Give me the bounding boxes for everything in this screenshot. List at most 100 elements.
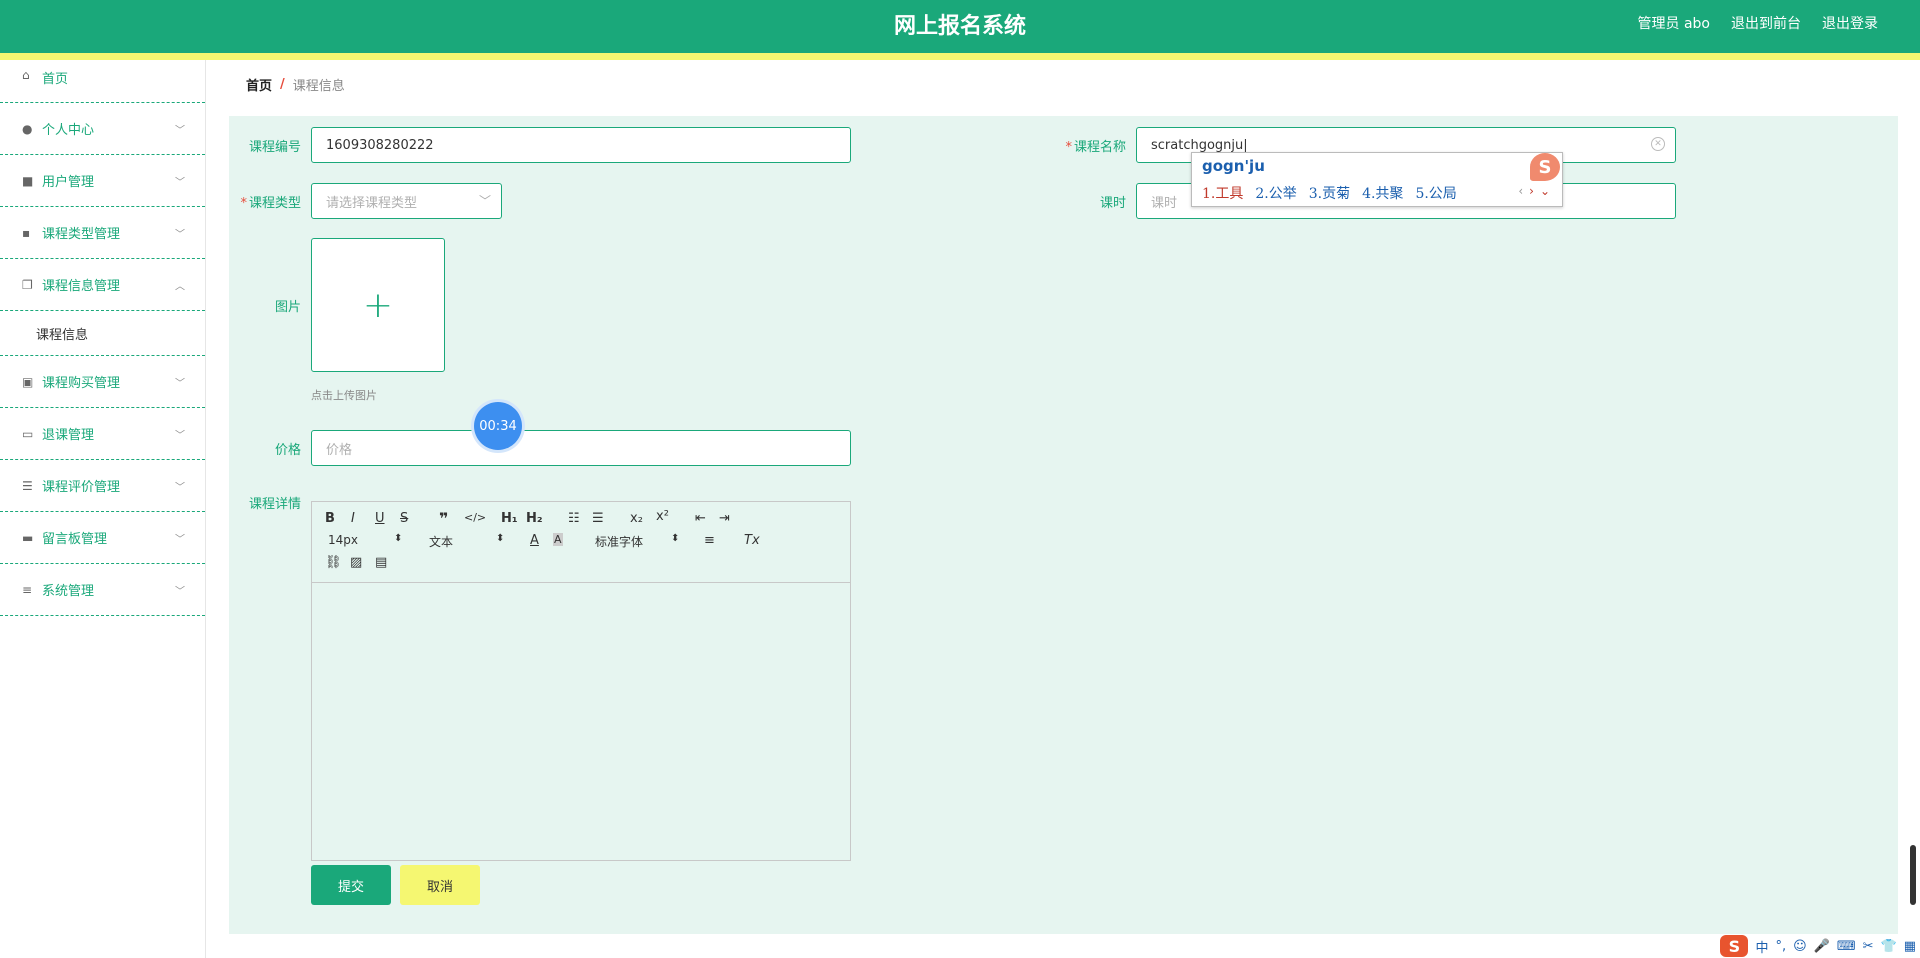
chevron-right-icon[interactable]: ›	[1529, 184, 1534, 198]
recording-timer-bubble[interactable]: 00:34	[474, 402, 522, 450]
font-color-icon[interactable]: A	[530, 533, 539, 548]
sidebar-item-label: 退课管理	[42, 428, 95, 443]
font-size-select[interactable]: 14px	[328, 533, 358, 547]
course-code-label: 课程编号	[248, 140, 301, 155]
course-name-label: 课程名称	[1073, 140, 1126, 155]
chevron-down-icon[interactable]: ⌄	[1540, 184, 1550, 198]
clear-icon[interactable]: ✕	[1651, 137, 1665, 151]
sidebar-item-system-management[interactable]: ≡ 系统管理 ﹀	[0, 564, 205, 616]
header-links: 管理员 abo 退出到前台 退出登录	[1638, 13, 1878, 33]
ime-candidate[interactable]: 5.公局	[1415, 183, 1456, 203]
chevron-down-icon: ﹀	[175, 586, 185, 597]
subscript-icon[interactable]: x₂	[630, 511, 643, 526]
course-name-value: scratchgognju	[1151, 137, 1244, 153]
font-family-select[interactable]: 标准字体	[595, 533, 643, 550]
course-type-select[interactable]: 请选择课程类型 ﹀	[311, 183, 502, 219]
language-indicator[interactable]: 中	[1755, 937, 1768, 956]
sidebar-item-label: 系统管理	[42, 584, 95, 599]
grid-icon[interactable]: ▦	[1904, 939, 1916, 954]
emoji-icon[interactable]: ☺	[1793, 939, 1807, 954]
price-input[interactable]: 价格	[311, 430, 851, 466]
ime-candidate[interactable]: 3.贡菊	[1309, 183, 1350, 203]
sidebar-item-user-management[interactable]: ■ 用户管理 ﹀	[0, 155, 205, 207]
link-icon[interactable]: ⛓	[325, 555, 342, 570]
sidebar-item-course-info-management[interactable]: ❐ 课程信息管理 ︿	[0, 259, 205, 311]
chevron-left-icon[interactable]: ‹	[1518, 184, 1523, 198]
clipboard-icon: ▣	[22, 374, 34, 389]
suitcase-icon: ▬	[22, 530, 34, 545]
course-name-label-wrap: * 课程名称	[1046, 136, 1126, 155]
logout-link[interactable]: 退出登录	[1822, 13, 1878, 33]
bullet-list-icon[interactable]: ☰	[592, 511, 604, 526]
sidebar-item-label: 课程评价管理	[42, 480, 121, 495]
sidebar-item-drop-course[interactable]: ▭ 退课管理 ﹀	[0, 408, 205, 460]
updown-icon: ⬍	[671, 533, 680, 544]
ordered-list-icon[interactable]: ☷	[568, 511, 580, 526]
message-icon: ▭	[22, 426, 34, 441]
go-frontend-link[interactable]: 退出到前台	[1731, 13, 1801, 33]
top-header: 网上报名系统 管理员 abo 退出到前台 退出登录	[0, 0, 1920, 53]
sidebar-item-label: 用户管理	[42, 175, 95, 190]
background-color-icon[interactable]: A	[553, 533, 563, 546]
app-title: 网上报名系统	[893, 14, 1026, 39]
chevron-down-icon: ﹀	[175, 430, 185, 441]
breadcrumb-home[interactable]: 首页	[246, 75, 272, 94]
sliders-icon: ≡	[22, 582, 33, 597]
chevron-down-icon: ﹀	[478, 194, 491, 208]
sidebar: ⌂ 首页 ● 个人中心 ﹀ ■ 用户管理 ﹀ ▪ 课程类型管理 ﹀ ❐ 课程信息…	[0, 60, 206, 958]
outdent-icon[interactable]: ⇤	[695, 511, 706, 526]
sidebar-item-home[interactable]: ⌂ 首页	[0, 60, 205, 103]
header-stripe	[0, 53, 1920, 60]
image-icon[interactable]: ▨	[350, 555, 362, 570]
image-upload-box[interactable]: +	[311, 238, 445, 372]
heading1-icon[interactable]: H₁	[501, 511, 518, 526]
ime-candidate[interactable]: 4.共聚	[1362, 183, 1403, 203]
course-type-label: 课程类型	[248, 196, 301, 211]
microphone-icon[interactable]: 🎤	[1814, 939, 1830, 954]
superscript-icon[interactable]: x²	[656, 509, 669, 524]
course-code-input[interactable]: 1609308280222	[311, 127, 851, 163]
sidebar-item-personal-center[interactable]: ● 个人中心 ﹀	[0, 103, 205, 155]
editor-content-area[interactable]	[312, 583, 850, 860]
breadcrumb-current: 课程信息	[292, 79, 345, 94]
keyboard-icon[interactable]: ⌨	[1837, 939, 1856, 954]
sidebar-item-course-review[interactable]: ☰ 课程评价管理 ﹀	[0, 460, 205, 512]
ime-candidate[interactable]: 2.公举	[1255, 183, 1296, 203]
indent-icon[interactable]: ⇥	[719, 511, 730, 526]
blockquote-icon[interactable]: ❞	[439, 509, 448, 528]
heading2-icon[interactable]: H₂	[526, 511, 543, 526]
sidebar-subitem-course-info[interactable]: 课程信息	[0, 311, 205, 356]
copy-icon: ❐	[22, 277, 33, 292]
admin-user-link[interactable]: 管理员 abo	[1638, 13, 1710, 33]
tools-icon[interactable]: ✂	[1863, 939, 1874, 954]
clear-format-icon[interactable]: Tx	[744, 533, 760, 548]
code-icon[interactable]: </>	[464, 511, 486, 524]
ime-candidate[interactable]: 1.工具	[1202, 183, 1243, 203]
align-icon[interactable]: ≡	[704, 533, 715, 548]
image-label: 图片	[274, 300, 301, 315]
skin-icon[interactable]: 👕	[1881, 939, 1897, 954]
briefcase-icon: ■	[22, 173, 34, 188]
sidebar-item-message-board[interactable]: ▬ 留言板管理 ﹀	[0, 512, 205, 564]
cancel-button[interactable]: 取消	[400, 865, 480, 905]
submit-button[interactable]: 提交	[311, 865, 391, 905]
home-icon: ⌂	[22, 68, 30, 82]
sidebar-item-course-purchase[interactable]: ▣ 课程购买管理 ﹀	[0, 356, 205, 408]
sogou-logo-icon: S	[1530, 153, 1560, 181]
sidebar-item-course-type[interactable]: ▪ 课程类型管理 ﹀	[0, 207, 205, 259]
underline-icon[interactable]: U	[375, 511, 385, 526]
heading-value: 文本	[429, 535, 454, 549]
strike-icon[interactable]: S	[400, 511, 408, 526]
required-asterisk: *	[240, 196, 247, 211]
video-icon[interactable]: ▤	[375, 555, 387, 570]
scrollbar-thumb[interactable]	[1910, 845, 1916, 905]
punctuation-icon[interactable]: °,	[1775, 939, 1786, 954]
sogou-tray-icon[interactable]: S	[1720, 935, 1749, 957]
price-label: 价格	[274, 443, 301, 458]
ime-candidate-list: 1.工具 2.公举 3.贡菊 4.共聚 5.公局	[1202, 183, 1457, 203]
heading-select[interactable]: 文本	[429, 533, 453, 550]
bold-icon[interactable]: B	[325, 511, 335, 526]
italic-icon[interactable]: I	[351, 511, 355, 526]
chevron-down-icon: ﹀	[175, 482, 185, 493]
updown-icon: ⬍	[496, 533, 505, 544]
